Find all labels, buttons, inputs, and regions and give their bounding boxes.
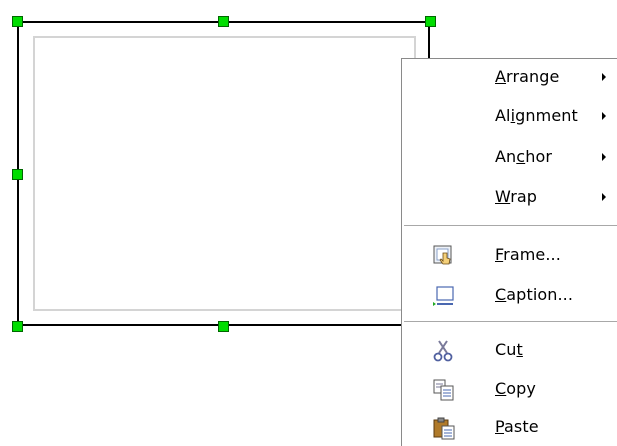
scissors-icon — [432, 339, 456, 363]
submenu-arrow-icon — [602, 193, 606, 201]
caption-icon — [432, 284, 456, 308]
paste-icon — [432, 416, 456, 440]
menu-item-wrap[interactable]: Wrap — [402, 181, 617, 213]
menu-item-label: Copy — [495, 379, 536, 398]
menu-item-copy[interactable]: Copy — [402, 373, 617, 405]
menu-item-alignment[interactable]: Alignment — [402, 100, 617, 132]
menu-item-label: Arrange — [495, 67, 560, 86]
submenu-arrow-icon — [602, 73, 606, 81]
menu-separator — [404, 225, 617, 226]
resize-handle-top-right[interactable] — [425, 16, 436, 27]
submenu-arrow-icon — [602, 153, 606, 161]
menu-item-paste[interactable]: Paste — [402, 411, 617, 443]
menu-item-label: Wrap — [495, 187, 538, 206]
resize-handle-bottom-left[interactable] — [12, 321, 23, 332]
copy-icon — [432, 378, 456, 402]
resize-handle-top-center[interactable] — [218, 16, 229, 27]
resize-handle-top-left[interactable] — [12, 16, 23, 27]
menu-item-frame[interactable]: Frame... — [402, 239, 617, 271]
resize-handle-middle-left[interactable] — [12, 169, 23, 180]
submenu-arrow-icon — [602, 112, 606, 120]
menu-item-label: Frame... — [495, 245, 561, 264]
frame-properties-icon — [432, 244, 456, 268]
selected-frame[interactable] — [17, 21, 430, 326]
menu-item-arrange[interactable]: Arrange — [402, 61, 617, 93]
menu-item-cut[interactable]: Cut — [402, 334, 617, 366]
menu-item-caption[interactable]: Caption... — [402, 279, 617, 311]
resize-handle-bottom-center[interactable] — [218, 321, 229, 332]
menu-separator — [404, 321, 617, 322]
menu-item-label: Paste — [495, 417, 539, 436]
menu-item-label: Anchor — [495, 147, 553, 166]
menu-item-label: Caption... — [495, 285, 574, 304]
menu-item-anchor[interactable]: Anchor — [402, 141, 617, 173]
frame-content-area — [33, 36, 416, 311]
document-canvas: Arrange Alignment Anchor Wrap Frame... C… — [0, 0, 617, 446]
context-menu: Arrange Alignment Anchor Wrap Frame... C… — [401, 58, 617, 446]
menu-item-label: Alignment — [495, 106, 578, 125]
menu-item-label: Cut — [495, 340, 523, 359]
